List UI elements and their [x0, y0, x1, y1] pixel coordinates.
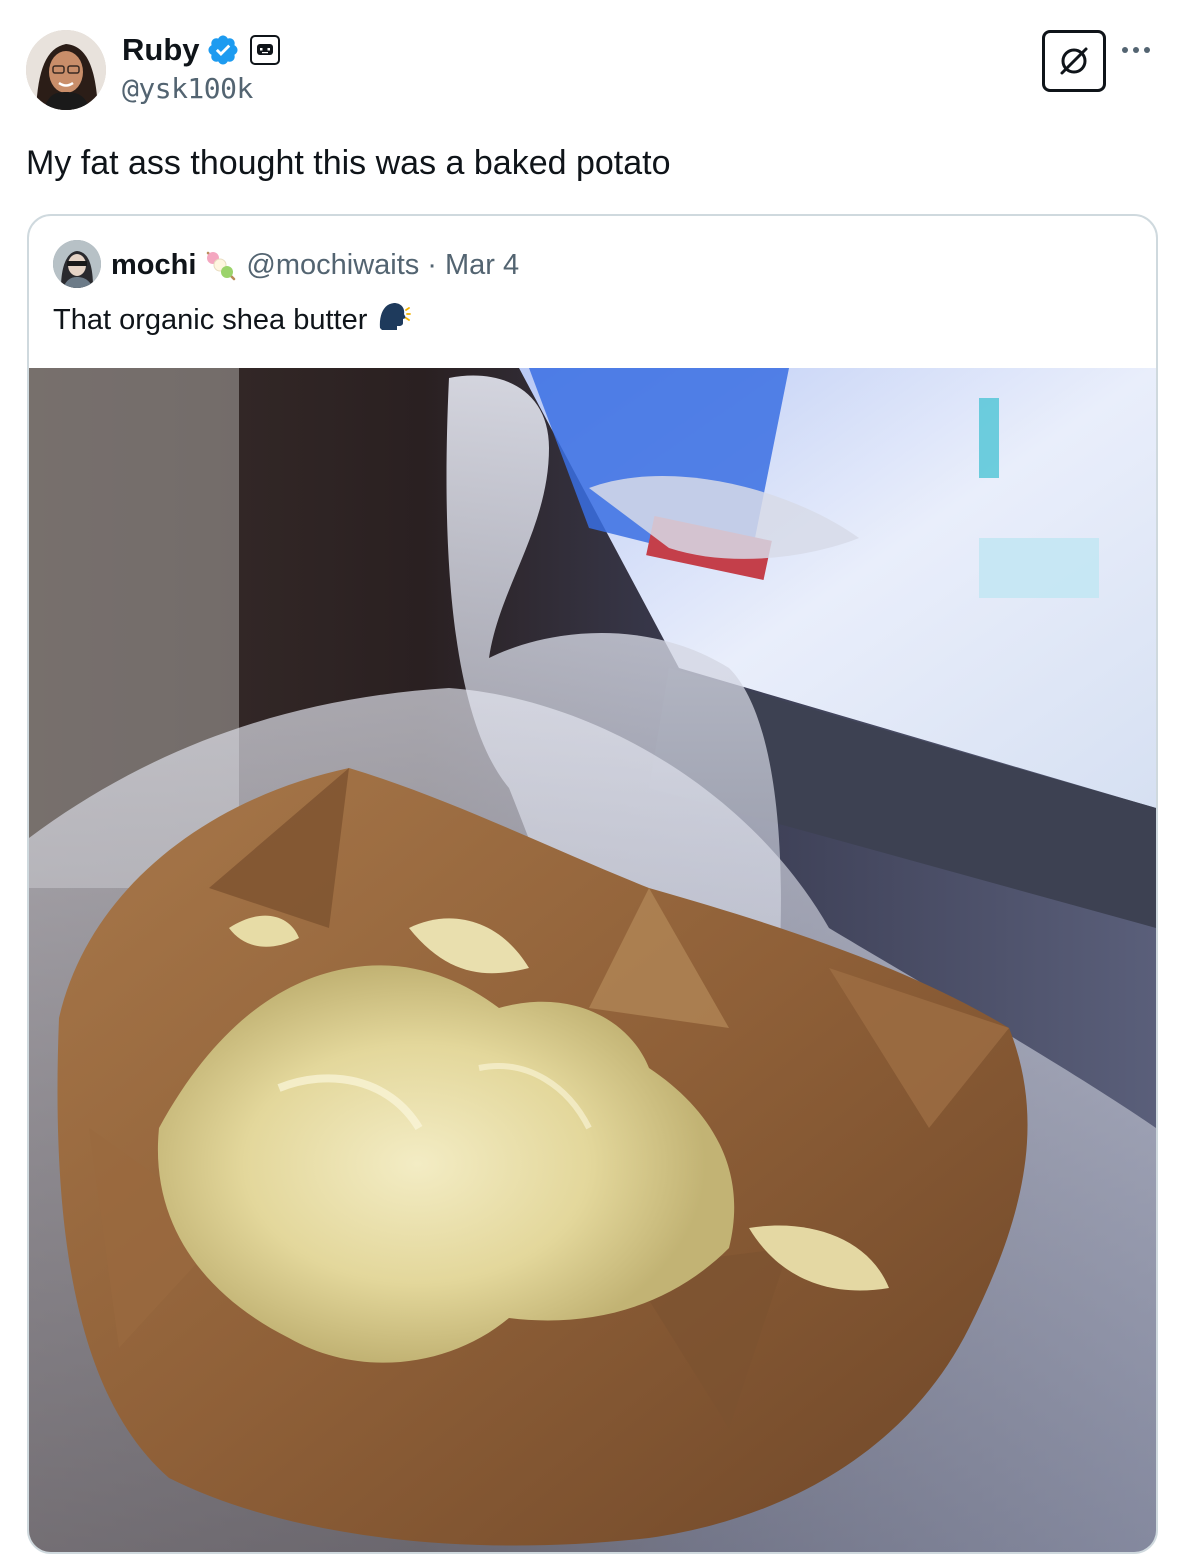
quoted-header: mochi @mochiwaits · Mar 4	[111, 244, 519, 286]
bot-badge-icon[interactable]	[249, 35, 280, 65]
quoted-text: That organic shea butter	[53, 303, 368, 336]
author-handle[interactable]: @ysk100k	[122, 72, 253, 105]
more-options-icon[interactable]	[1122, 40, 1158, 60]
quoted-author-avatar[interactable]	[53, 240, 101, 288]
quoted-media-photo[interactable]	[29, 368, 1156, 1552]
author-name[interactable]: Ruby	[122, 32, 200, 68]
quoted-author-name[interactable]: mochi	[111, 249, 196, 282]
quoted-separator: ·	[427, 248, 437, 281]
speaking-head-emoji-icon	[375, 298, 412, 342]
author-name-row: Ruby	[122, 30, 280, 70]
quoted-tweet[interactable]: mochi @mochiwaits · Mar 4 That organic s…	[27, 214, 1158, 1554]
tweet-text: My fat ass thought this was a baked pota…	[26, 144, 671, 182]
quoted-text-row: That organic shea butter	[53, 298, 412, 342]
grok-icon[interactable]	[1042, 30, 1106, 92]
author-avatar[interactable]	[26, 30, 106, 110]
verified-badge-icon[interactable]	[206, 33, 240, 67]
quoted-date[interactable]: Mar 4	[445, 249, 519, 282]
dango-emoji-icon	[202, 247, 238, 283]
quoted-author-handle[interactable]: @mochiwaits	[246, 249, 419, 282]
